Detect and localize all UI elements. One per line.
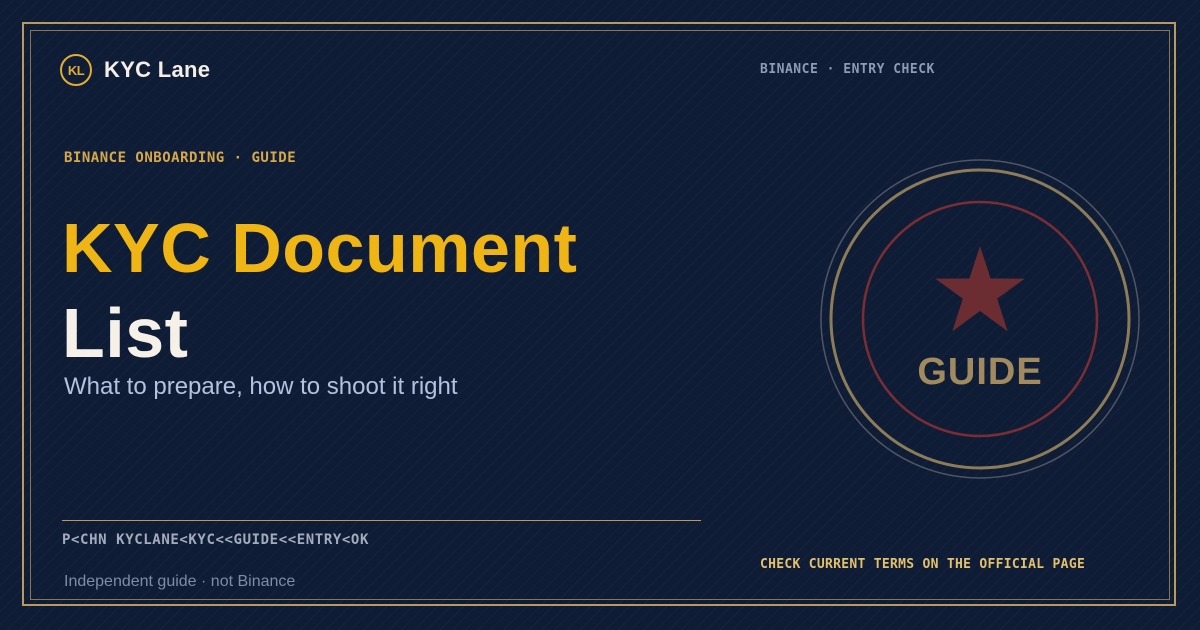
brand-badge-icon: KL — [60, 54, 92, 86]
stamp-label: GUIDE — [917, 351, 1042, 393]
share-card: KL KYC Lane BINANCE · ENTRY CHECK BINANC… — [0, 0, 1200, 630]
stamp-graphic: GUIDE — [820, 159, 1140, 479]
guide-stamp-seal: GUIDE — [815, 154, 1145, 484]
page-title-line-2: List — [62, 294, 189, 372]
eyebrow-label: BINANCE ONBOARDING · GUIDE — [64, 150, 297, 166]
page-title-line-1: KYC Document — [62, 209, 578, 287]
header-section-label: BINANCE · ENTRY CHECK — [760, 62, 935, 77]
star-icon — [935, 246, 1025, 332]
stamp-red-ring — [861, 200, 1099, 438]
mrz-code-line: P<CHN KYCLANE<KYC<<GUIDE<<ENTRY<OK — [62, 532, 369, 548]
brand-logo[interactable]: KL KYC Lane — [60, 54, 210, 86]
check-terms-note: CHECK CURRENT TERMS ON THE OFFICIAL PAGE — [760, 557, 1086, 572]
page-subtitle: What to prepare, how to shoot it right — [64, 373, 458, 400]
brand-name: KYC Lane — [104, 57, 211, 82]
divider — [62, 520, 701, 521]
stamp-outer-ring — [820, 159, 1140, 479]
disclaimer-text: Independent guide · not Binance — [64, 573, 296, 590]
stamp-gold-ring — [829, 168, 1131, 470]
